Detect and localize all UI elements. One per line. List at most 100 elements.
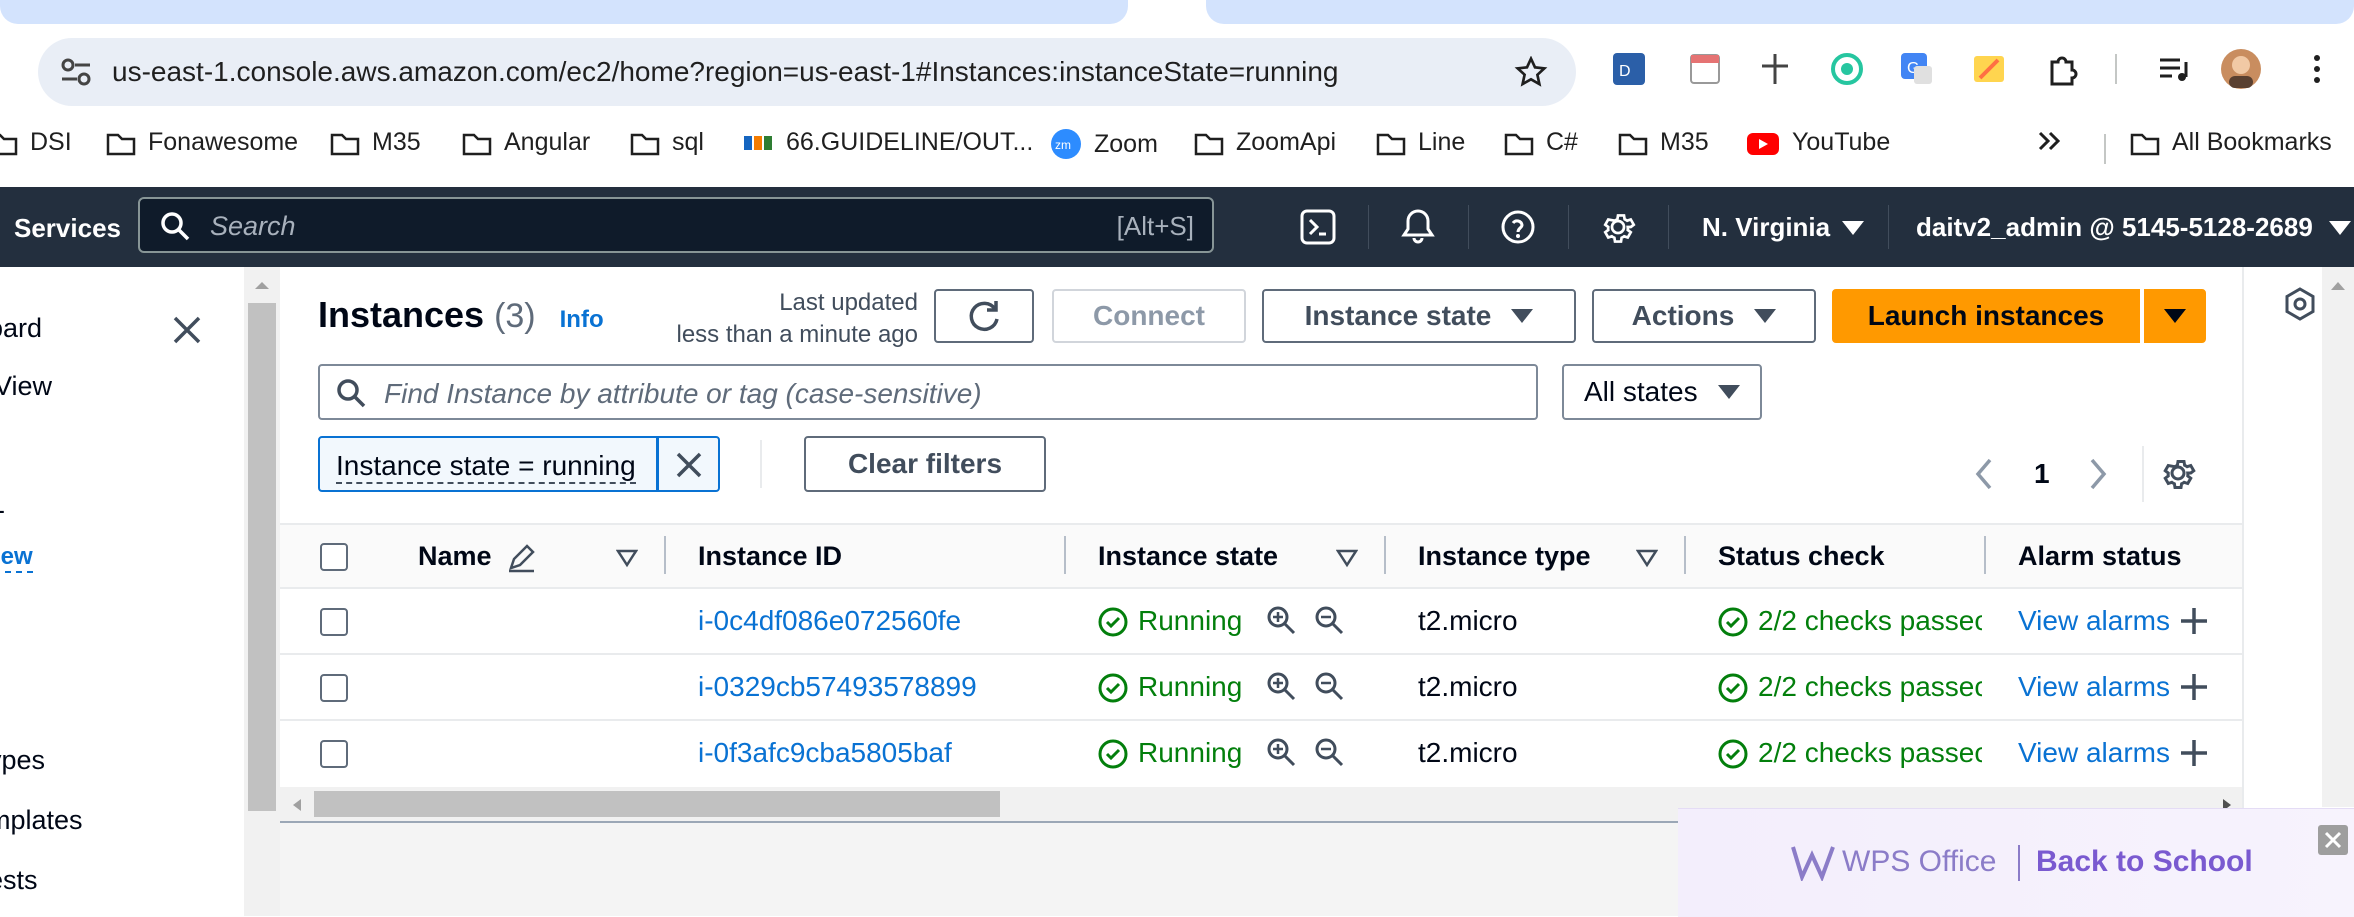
ruler-extension-icon[interactable] bbox=[1758, 52, 1792, 86]
bookmark-item[interactable]: Angular bbox=[462, 128, 590, 157]
sort-filter-icon[interactable] bbox=[1336, 548, 1358, 568]
settings-gear-icon[interactable] bbox=[1600, 209, 1636, 245]
column-header-status-check[interactable]: Status check bbox=[1718, 541, 1885, 572]
select-all-checkbox[interactable] bbox=[320, 543, 348, 571]
circle-extension-icon[interactable] bbox=[1830, 52, 1864, 86]
sidenav-item[interactable]: oard bbox=[0, 313, 42, 344]
view-alarms-link[interactable]: View alarms bbox=[2018, 605, 2170, 637]
notifications-bell-icon[interactable] bbox=[1400, 207, 1436, 245]
view-alarms-link[interactable]: View alarms bbox=[2018, 737, 2170, 769]
add-alarm-plus-icon[interactable] bbox=[2178, 671, 2210, 703]
bookmarks-overflow-icon[interactable] bbox=[2036, 128, 2064, 154]
row-checkbox[interactable] bbox=[320, 608, 348, 636]
instance-id-link[interactable]: i-0c4df086e072560fe bbox=[698, 605, 961, 637]
zoom-in-icon[interactable] bbox=[1266, 671, 1296, 701]
bookmark-item[interactable]: Fonawesome bbox=[106, 128, 298, 157]
table-row[interactable]: i-0c4df086e072560fe Running t2.micro 2/2… bbox=[280, 587, 2242, 653]
column-header-instance-state[interactable]: Instance state bbox=[1098, 541, 1278, 572]
row-checkbox[interactable] bbox=[320, 674, 348, 702]
bookmark-item[interactable]: M35 bbox=[1618, 128, 1709, 157]
zoom-out-icon[interactable] bbox=[1314, 671, 1344, 701]
bookmark-item[interactable]: C# bbox=[1504, 128, 1578, 157]
table-row[interactable]: i-0f3afc9cba5805baf Running t2.micro 2/2… bbox=[280, 719, 2242, 785]
actions-dropdown[interactable]: Actions bbox=[1592, 289, 1816, 343]
column-header-instance-id[interactable]: Instance ID bbox=[698, 541, 842, 572]
bookmark-item[interactable]: M35 bbox=[330, 128, 421, 157]
column-resizer[interactable] bbox=[664, 536, 666, 574]
browser-menu-icon[interactable] bbox=[2300, 52, 2334, 86]
bookmark-item[interactable]: YouTube bbox=[1746, 128, 1890, 157]
sidenav-item[interactable]: ypes bbox=[0, 745, 45, 776]
instance-id-link[interactable]: i-0f3afc9cba5805baf bbox=[698, 737, 952, 769]
highlighter-extension-icon[interactable] bbox=[1972, 52, 2006, 86]
sidenav-item[interactable]: View bbox=[0, 371, 52, 402]
wps-ad-banner[interactable]: WPS Office Back to School bbox=[1678, 808, 2354, 917]
launch-instances-button[interactable]: Launch instances bbox=[1832, 289, 2140, 343]
page-scrollbar[interactable] bbox=[2322, 267, 2354, 807]
google-translate-icon[interactable]: G bbox=[1900, 52, 1934, 86]
all-bookmarks[interactable]: All Bookmarks bbox=[2130, 128, 2332, 157]
column-resizer[interactable] bbox=[1384, 536, 1386, 574]
row-checkbox[interactable] bbox=[320, 740, 348, 768]
column-resizer[interactable] bbox=[1064, 536, 1066, 574]
remove-filter-button[interactable] bbox=[658, 436, 720, 492]
scroll-up-arrow-icon[interactable] bbox=[248, 277, 276, 293]
states-filter-select[interactable]: All states bbox=[1562, 364, 1762, 420]
scroll-up-arrow-icon[interactable] bbox=[2328, 279, 2348, 293]
close-icon[interactable] bbox=[172, 315, 202, 345]
sort-filter-icon[interactable] bbox=[616, 548, 638, 568]
bookmark-star-icon[interactable] bbox=[1514, 56, 1548, 88]
scrollbar-thumb[interactable] bbox=[314, 791, 1000, 817]
table-row[interactable]: i-0329cb57493578899 Running t2.micro 2/2… bbox=[280, 653, 2242, 719]
region-selector[interactable]: N. Virginia bbox=[1702, 212, 1865, 243]
sidenav-item[interactable]: ests bbox=[0, 865, 38, 896]
address-bar[interactable]: us-east-1.console.aws.amazon.com/ec2/hom… bbox=[38, 38, 1576, 106]
column-resizer[interactable] bbox=[1984, 536, 1986, 574]
column-resizer[interactable] bbox=[1684, 536, 1686, 574]
column-header-instance-type[interactable]: Instance type bbox=[1418, 541, 1591, 572]
zoom-in-icon[interactable] bbox=[1266, 605, 1296, 635]
sidenav-new-link[interactable]: iew bbox=[0, 543, 33, 573]
scroll-left-arrow-icon[interactable] bbox=[290, 797, 304, 813]
zoom-in-icon[interactable] bbox=[1266, 737, 1296, 767]
site-settings-icon[interactable] bbox=[60, 58, 92, 86]
bookmark-item[interactable]: sql bbox=[630, 128, 704, 157]
bookmark-item[interactable]: ZoomApi bbox=[1194, 128, 1336, 157]
clear-filters-button[interactable]: Clear filters bbox=[804, 436, 1046, 492]
help-panel-icon[interactable] bbox=[2284, 287, 2316, 321]
refresh-button[interactable] bbox=[934, 289, 1034, 343]
notes-extension-icon[interactable] bbox=[1688, 52, 1722, 86]
bookmark-item[interactable]: Line bbox=[1376, 128, 1465, 157]
browser-tab[interactable] bbox=[1206, 0, 2354, 24]
next-page-icon[interactable] bbox=[2086, 456, 2110, 492]
launch-options-dropdown[interactable] bbox=[2144, 289, 2206, 343]
account-menu[interactable]: daitv2_admin @ 5145-5128-2689 bbox=[1916, 212, 2351, 243]
translate-dict-icon[interactable]: D bbox=[1612, 52, 1646, 86]
current-page-number[interactable]: 1 bbox=[2034, 458, 2050, 490]
profile-avatar[interactable] bbox=[2220, 48, 2262, 90]
close-ad-icon[interactable] bbox=[2318, 825, 2348, 855]
aws-search-box[interactable]: Search [Alt+S] bbox=[138, 197, 1214, 253]
media-queue-icon[interactable] bbox=[2156, 52, 2190, 86]
filter-token-label[interactable]: Instance state = running bbox=[336, 450, 636, 484]
column-header-alarm-status[interactable]: Alarm status bbox=[2018, 541, 2182, 572]
table-preferences-gear-icon[interactable] bbox=[2160, 455, 2196, 491]
sidenav-scrollbar[interactable] bbox=[244, 267, 280, 916]
zoom-out-icon[interactable] bbox=[1314, 737, 1344, 767]
view-alarms-link[interactable]: View alarms bbox=[2018, 671, 2170, 703]
connect-button[interactable]: Connect bbox=[1052, 289, 1246, 343]
cloudshell-icon[interactable] bbox=[1300, 209, 1336, 245]
zoom-out-icon[interactable] bbox=[1314, 605, 1344, 635]
instance-id-link[interactable]: i-0329cb57493578899 bbox=[698, 671, 977, 703]
add-alarm-plus-icon[interactable] bbox=[2178, 605, 2210, 637]
info-link[interactable]: Info bbox=[560, 306, 604, 334]
bookmark-item[interactable]: DSI bbox=[0, 128, 72, 157]
extensions-puzzle-icon[interactable] bbox=[2046, 52, 2080, 86]
instance-state-dropdown[interactable]: Instance state bbox=[1262, 289, 1576, 343]
services-menu[interactable]: Services bbox=[14, 213, 121, 244]
bookmark-item[interactable]: zm Zoom bbox=[1050, 128, 1158, 160]
bookmark-item[interactable]: 66.GUIDELINE/OUT... bbox=[742, 128, 1033, 157]
browser-tab[interactable] bbox=[0, 0, 1128, 24]
instance-search-input[interactable]: Find Instance by attribute or tag (case-… bbox=[318, 364, 1538, 420]
previous-page-icon[interactable] bbox=[1972, 456, 1996, 492]
